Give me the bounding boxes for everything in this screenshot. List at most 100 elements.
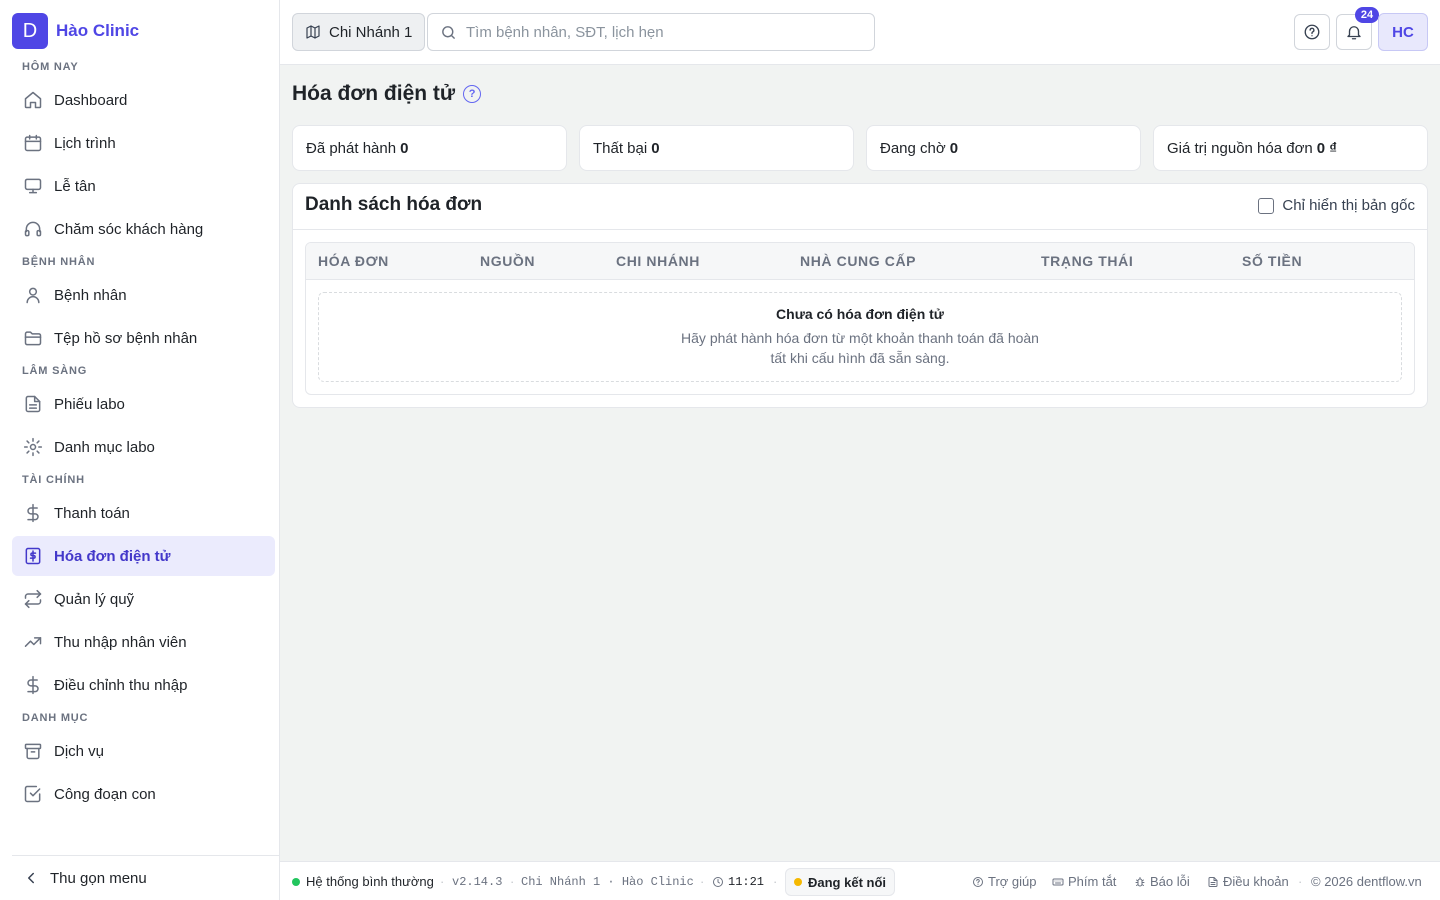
- system-status: Hệ thống bình thường: [292, 862, 434, 900]
- stat-value: 0: [949, 139, 959, 157]
- separator: ·: [510, 874, 515, 889]
- help-button[interactable]: [1294, 14, 1330, 50]
- brand[interactable]: D Hào Clinic: [12, 13, 139, 49]
- sidebar-item-fund-management[interactable]: Quản lý quỹ: [12, 579, 275, 619]
- connection-dot: [794, 878, 802, 886]
- shortcuts-link[interactable]: Phím tắt: [1052, 862, 1116, 900]
- brand-name: Hào Clinic: [56, 21, 140, 40]
- sidebar-item-staff-income[interactable]: Thu nhập nhân viên: [12, 622, 275, 662]
- column-header-source[interactable]: NGUỒN: [480, 253, 535, 269]
- clock-icon: [713, 876, 723, 887]
- map-icon: [306, 25, 320, 39]
- document-icon: [1208, 876, 1218, 887]
- stat-label: Thất bại: [593, 139, 648, 157]
- stat-issued: Đã phát hành 0: [292, 125, 567, 171]
- terms-link-label: Điều khoản: [1223, 874, 1289, 889]
- app-version: v2.14.3: [452, 874, 503, 889]
- dollar-icon: [27, 675, 39, 695]
- sidebar-item-label: Bệnh nhân: [54, 286, 127, 304]
- help-link[interactable]: Trợ giúp: [972, 862, 1037, 900]
- sidebar-item-label: Hóa đơn điện tử: [54, 547, 171, 565]
- section-title-finance: TÀI CHÍNH: [22, 474, 85, 486]
- status-dot: [292, 877, 300, 886]
- stat-label: Đã phát hành: [306, 139, 397, 157]
- column-header-status[interactable]: TRẠNG THÁI: [1041, 253, 1133, 269]
- separator: ·: [1298, 874, 1303, 889]
- search-icon: [442, 25, 455, 39]
- column-header-branch[interactable]: CHI NHÁNH: [616, 253, 700, 269]
- separator: ·: [440, 874, 445, 889]
- clock: 11:21: [712, 862, 764, 900]
- user-avatar-button[interactable]: HC: [1378, 13, 1428, 51]
- invoice-table: HÓA ĐƠN NGUỒN CHI NHÁNH NHÀ CUNG CẤP TRẠ…: [305, 242, 1415, 395]
- user-icon: [26, 287, 40, 304]
- help-link-label: Trợ giúp: [988, 874, 1037, 889]
- invoice-icon: [25, 547, 41, 565]
- stat-failed: Thất bại 0: [579, 125, 854, 171]
- sidebar-item-patient-files[interactable]: Tệp hồ sơ bệnh nhân: [12, 318, 275, 358]
- empty-state-description: Hãy phát hành hóa đơn từ một khoản thanh…: [681, 330, 1039, 366]
- collapse-menu-button[interactable]: Thu gọn menu: [12, 855, 279, 900]
- status-footer: Hệ thống bình thường · v2.14.3 · Chi Nhá…: [280, 861, 1440, 900]
- help-circle-icon: [1304, 24, 1320, 40]
- keyboard-icon: [1052, 878, 1064, 885]
- sidebar-item-label: Thu nhập nhân viên: [54, 633, 187, 651]
- search-box[interactable]: [427, 13, 875, 51]
- stat-label: Giá trị nguồn hóa đơn: [1167, 139, 1313, 157]
- column-header-provider[interactable]: NHÀ CUNG CẤP: [800, 253, 916, 269]
- checkbox-icon: [24, 785, 41, 803]
- terms-link[interactable]: Điều khoản: [1207, 862, 1289, 900]
- connection-label: Đang kết nối: [808, 874, 887, 890]
- sidebar-item-sub-steps[interactable]: Công đoạn con: [12, 774, 275, 814]
- sidebar-item-lab-orders[interactable]: Phiếu labo: [12, 384, 275, 424]
- column-header-amount[interactable]: SỐ TIỀN: [1242, 253, 1302, 269]
- sidebar-item-e-invoices[interactable]: Hóa đơn điện tử: [12, 536, 275, 576]
- original-only-checkbox[interactable]: [1258, 197, 1275, 214]
- calendar-icon: [24, 134, 42, 152]
- sidebar-item-label: Tệp hồ sơ bệnh nhân: [54, 329, 198, 347]
- original-only-label: Chỉ hiển thị bản gốc: [1282, 197, 1415, 214]
- column-header-invoice[interactable]: HÓA ĐƠN: [318, 253, 389, 269]
- connection-status[interactable]: Đang kết nối: [785, 868, 896, 896]
- original-only-toggle[interactable]: Chỉ hiển thị bản gốc: [1258, 197, 1415, 214]
- brand-logo: D: [12, 13, 48, 49]
- bug-icon: [1135, 876, 1145, 886]
- card-divider: [293, 229, 1427, 230]
- sidebar-item-customer-care[interactable]: Chăm sóc khách hàng: [12, 209, 275, 249]
- report-bug-link-label: Báo lỗi: [1150, 874, 1190, 889]
- notification-count-badge: 24: [1355, 7, 1379, 23]
- clock-time: 11:21: [728, 874, 765, 889]
- section-title-today: HÔM NAY: [22, 61, 79, 73]
- branch-selector-button[interactable]: Chi Nhánh 1: [292, 13, 426, 51]
- section-title-catalog: DANH MỤC: [22, 712, 89, 724]
- sidebar-item-dashboard[interactable]: Dashboard: [12, 80, 275, 120]
- sidebar-item-patients[interactable]: Bệnh nhân: [12, 275, 275, 315]
- sidebar-item-reception[interactable]: Lễ tân: [12, 166, 275, 206]
- sidebar-item-income-adjustment[interactable]: Điều chỉnh thu nhập: [12, 665, 275, 705]
- stat-pending: Đang chờ 0: [866, 125, 1141, 171]
- section-title-clinical: LÂM SÀNG: [22, 365, 88, 377]
- help-circle-icon: [973, 876, 983, 887]
- page-title-row: Hóa đơn điện tử ?: [292, 82, 482, 106]
- sidebar-item-schedule[interactable]: Lịch trình: [12, 123, 275, 163]
- sidebar-item-label: Lễ tân: [54, 177, 96, 195]
- search-input[interactable]: [466, 23, 866, 41]
- sidebar-item-payments[interactable]: Thanh toán: [12, 493, 275, 533]
- trending-up-icon: [24, 637, 42, 647]
- empty-state-title: Chưa có hóa đơn điện tử: [776, 306, 944, 322]
- sidebar-item-label: Chăm sóc khách hàng: [54, 220, 204, 238]
- sidebar-item-label: Phiếu labo: [54, 395, 125, 413]
- collapse-menu-label: Thu gọn menu: [50, 869, 147, 887]
- sidebar-item-label: Công đoạn con: [54, 785, 156, 803]
- shortcuts-link-label: Phím tắt: [1068, 874, 1117, 889]
- sidebar-item-services[interactable]: Dịch vụ: [12, 731, 275, 771]
- sidebar-item-lab-catalog[interactable]: Danh mục labo: [12, 427, 275, 467]
- monitor-icon: [24, 178, 42, 194]
- notifications-button[interactable]: 24: [1336, 7, 1379, 50]
- table-header: HÓA ĐƠN NGUỒN CHI NHÁNH NHÀ CUNG CẤP TRẠ…: [306, 243, 1414, 280]
- report-bug-link[interactable]: Báo lỗi: [1134, 862, 1190, 900]
- branch-label: Chi Nhánh 1: [329, 23, 413, 41]
- page-help-icon[interactable]: ?: [463, 85, 482, 103]
- invoice-list-title: Danh sách hóa đơn: [305, 194, 483, 215]
- sidebar-item-label: Dịch vụ: [54, 742, 105, 760]
